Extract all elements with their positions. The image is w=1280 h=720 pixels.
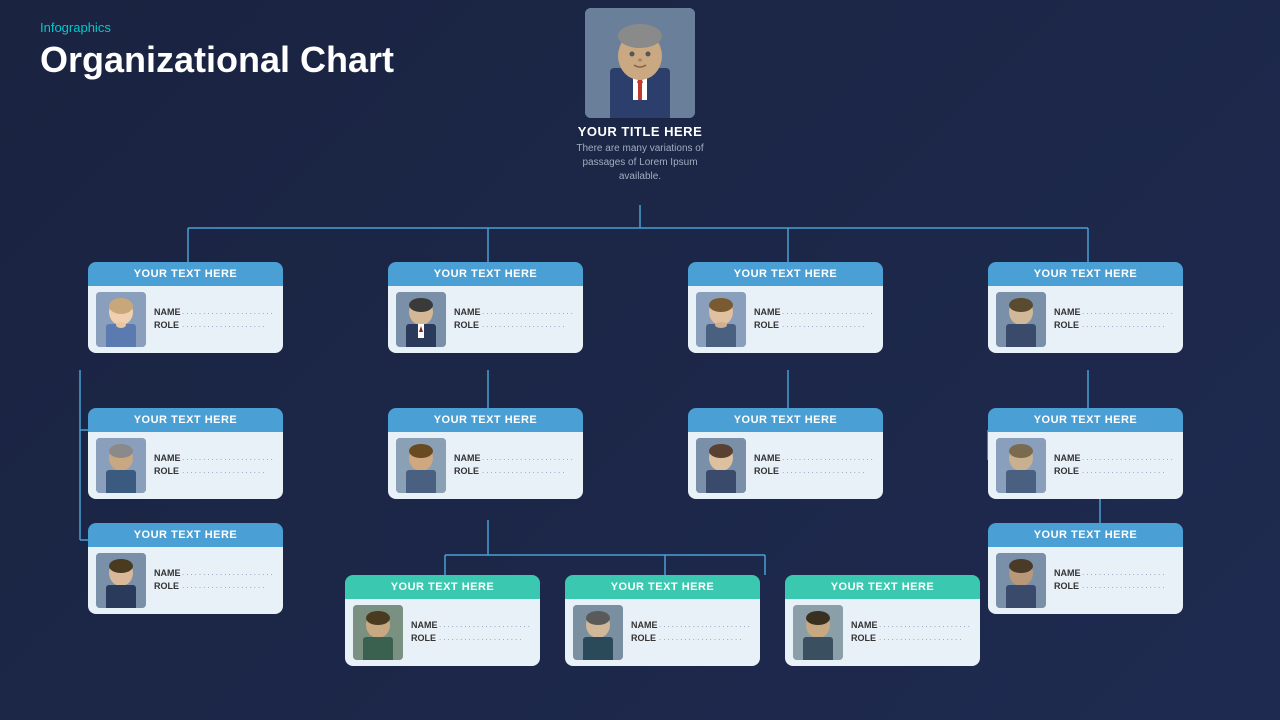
- card-11-photo: [573, 605, 623, 660]
- card-4-photo: [996, 292, 1046, 347]
- card-12-header: YOUR TEXT HERE: [785, 575, 980, 599]
- card-1-header: YOUR TEXT HERE: [88, 262, 283, 286]
- card-10-header: YOUR TEXT HERE: [345, 575, 540, 599]
- card-far-right-3-body: NAME .................... ROLE .........…: [988, 547, 1183, 614]
- card-7: YOUR TEXT HERE NAME ....................…: [388, 408, 583, 499]
- card-12-info: NAME ...................... ROLE .......…: [851, 620, 972, 646]
- card-3: YOUR TEXT HERE NAME ....................…: [688, 262, 883, 353]
- card-11-header: YOUR TEXT HERE: [565, 575, 760, 599]
- card-6-photo: [96, 553, 146, 608]
- card-9-info: NAME ...................... ROLE .......…: [1054, 453, 1175, 479]
- card-far-right-3-header: YOUR TEXT HERE: [988, 523, 1183, 547]
- card-1: YOUR TEXT HERE NAME ....................…: [88, 262, 283, 353]
- card-8-header: YOUR TEXT HERE: [688, 408, 883, 432]
- top-person: YOUR TITLE HERE There are many variation…: [570, 8, 710, 184]
- card-1-body: NAME ...................... ROLE .......…: [88, 286, 283, 353]
- top-person-title: YOUR TITLE HERE: [578, 124, 703, 139]
- card-4-info: NAME ...................... ROLE .......…: [1054, 307, 1175, 333]
- card-8-photo: [696, 438, 746, 493]
- card-2-photo: [396, 292, 446, 347]
- card-4: YOUR TEXT HERE NAME ....................…: [988, 262, 1183, 353]
- card-3-info: NAME ...................... ROLE .......…: [754, 307, 875, 333]
- card-1-photo: [96, 292, 146, 347]
- card-12: YOUR TEXT HERE NAME ....................…: [785, 575, 980, 666]
- card-3-header: YOUR TEXT HERE: [688, 262, 883, 286]
- card-6: YOUR TEXT HERE NAME ....................…: [88, 523, 283, 614]
- top-person-photo: [585, 8, 695, 118]
- card-7-body: NAME ...................... ROLE .......…: [388, 432, 583, 499]
- page: Infographics Organizational Chart: [0, 0, 1280, 720]
- card-6-info: NAME ...................... ROLE .......…: [154, 568, 275, 594]
- card-12-photo: [793, 605, 843, 660]
- card-6-header: YOUR TEXT HERE: [88, 523, 283, 547]
- main-title: Organizational Chart: [40, 39, 394, 81]
- card-8-body: NAME ...................... ROLE .......…: [688, 432, 883, 499]
- card-2: YOUR TEXT HERE NAME ....................…: [388, 262, 583, 353]
- card-7-info: NAME ...................... ROLE .......…: [454, 453, 575, 479]
- card-far-right-3-info: NAME .................... ROLE .........…: [1054, 568, 1175, 594]
- card-10: YOUR TEXT HERE NAME ....................…: [345, 575, 540, 666]
- card-9-photo: [996, 438, 1046, 493]
- card-2-info: NAME ...................... ROLE .......…: [454, 307, 575, 333]
- card-6-body: NAME ...................... ROLE .......…: [88, 547, 283, 614]
- header: Infographics Organizational Chart: [40, 20, 394, 81]
- card-4-header: YOUR TEXT HERE: [988, 262, 1183, 286]
- card-9-header: YOUR TEXT HERE: [988, 408, 1183, 432]
- card-7-photo: [396, 438, 446, 493]
- infographics-label: Infographics: [40, 20, 394, 35]
- card-5-photo: [96, 438, 146, 493]
- card-8: YOUR TEXT HERE NAME ....................…: [688, 408, 883, 499]
- card-9-body: NAME ...................... ROLE .......…: [988, 432, 1183, 499]
- card-11-info: NAME ...................... ROLE .......…: [631, 620, 752, 646]
- card-3-body: NAME ...................... ROLE .......…: [688, 286, 883, 353]
- top-person-subtitle: There are many variations of passages of…: [570, 142, 710, 184]
- card-5-info: NAME ...................... ROLE .......…: [154, 453, 275, 479]
- card-12-body: NAME ...................... ROLE .......…: [785, 599, 980, 666]
- card-10-info: NAME ...................... ROLE .......…: [411, 620, 532, 646]
- card-5-header: YOUR TEXT HERE: [88, 408, 283, 432]
- card-5: YOUR TEXT HERE NAME ....................…: [88, 408, 283, 499]
- card-10-photo: [353, 605, 403, 660]
- card-11-body: NAME ...................... ROLE .......…: [565, 599, 760, 666]
- card-far-right-3-photo: [996, 553, 1046, 608]
- card-8-info: NAME ...................... ROLE .......…: [754, 453, 875, 479]
- card-10-body: NAME ...................... ROLE .......…: [345, 599, 540, 666]
- card-far-right-3: YOUR TEXT HERE NAME ....................…: [988, 523, 1183, 614]
- card-3-photo: [696, 292, 746, 347]
- card-7-header: YOUR TEXT HERE: [388, 408, 583, 432]
- card-5-body: NAME ...................... ROLE .......…: [88, 432, 283, 499]
- card-2-body: NAME ...................... ROLE .......…: [388, 286, 583, 353]
- card-4-body: NAME ...................... ROLE .......…: [988, 286, 1183, 353]
- card-9: YOUR TEXT HERE NAME ....................…: [988, 408, 1183, 499]
- card-1-info: NAME ...................... ROLE .......…: [154, 307, 275, 333]
- card-2-header: YOUR TEXT HERE: [388, 262, 583, 286]
- card-11: YOUR TEXT HERE NAME ....................…: [565, 575, 760, 666]
